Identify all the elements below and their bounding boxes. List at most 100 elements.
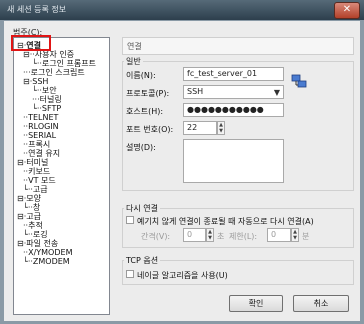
title-bar[interactable]: 새 세션 등록 정보 ✕ — [0, 0, 364, 20]
tree-item-ssh[interactable]: ⊟·SSH — [23, 77, 48, 86]
tree-item-label: SFTP — [41, 104, 62, 113]
tree-item-label: RLOGIN — [28, 122, 59, 131]
tree-item-label: 추적 — [28, 221, 43, 230]
tree-item-label: X/YMODEM — [28, 248, 73, 257]
interval-input[interactable]: 0 — [183, 228, 206, 242]
tree-connector: └·· — [32, 59, 42, 68]
tree-item-trace[interactable]: ··추적 — [23, 221, 43, 230]
protocol-select[interactable]: SSH ▼ — [183, 85, 284, 99]
tree-connector: ⊟·· — [23, 50, 35, 59]
tree-item-terminal-advanced[interactable]: └··고급 — [23, 185, 48, 194]
tree-item-label: 로그인 프롬프트 — [41, 59, 96, 68]
tree-item-zmodem[interactable]: └··ZMODEM — [23, 257, 70, 266]
limit-label: 제한(L): — [229, 232, 258, 241]
description-label: 설명(D): — [126, 143, 156, 152]
tree-item-label: SSH — [32, 77, 49, 86]
selection-highlight-box — [11, 35, 51, 51]
limit-input[interactable]: 0 — [267, 228, 291, 242]
tree-item-login-script[interactable]: ···로그인 스크립트 — [23, 68, 85, 77]
tree-item-appearance[interactable]: ⊟·모양 — [17, 194, 41, 203]
tree-connector: ⊟· — [17, 158, 27, 167]
tree-item-rlogin[interactable]: ··RLOGIN — [23, 122, 59, 131]
tree-item-label: 보안 — [41, 86, 57, 95]
tree-item-label: SERIAL — [28, 131, 57, 140]
limit-spinner[interactable]: ▲ ▼ — [291, 228, 299, 242]
host-label: 호스트(H): — [126, 107, 164, 116]
tree-connector: ··· — [23, 68, 31, 77]
tree-item-advanced[interactable]: ⊟·고급 — [17, 212, 41, 221]
tree-connector: └·· — [23, 185, 33, 194]
nagle-checkbox[interactable] — [126, 270, 134, 278]
tree-item-xymodem[interactable]: ··X/YMODEM — [23, 248, 72, 257]
tree-item-logging[interactable]: └··로깅 — [23, 230, 48, 239]
chevron-down-icon: ▼ — [273, 88, 280, 97]
window-title: 새 세션 등록 정보 — [7, 5, 67, 14]
tree-item-terminal[interactable]: ⊟·터미널 — [17, 158, 48, 167]
interval-label: 간격(V): — [141, 232, 171, 241]
tree-item-label: 터미널 — [26, 158, 49, 167]
tree-connector: └·· — [23, 230, 33, 239]
auto-reconnect-label: 예기치 않게 연결이 종료될 때 자동으로 다시 연결(A) — [137, 217, 314, 226]
close-button[interactable]: ✕ — [334, 2, 360, 19]
category-tree[interactable]: ⊟·연결 ⊟··사용자 인증 └··로그인 프롬프트 ···로그인 스크립트 ⊟… — [13, 37, 110, 315]
host-input[interactable]: ●●●●●●●●●●● — [183, 103, 284, 117]
tree-item-serial[interactable]: ··SERIAL — [23, 131, 56, 140]
reconnect-group — [122, 208, 354, 248]
panel-title: 연결 — [122, 37, 354, 55]
general-group-label: 일반 — [124, 56, 143, 67]
tree-item-label: 파일 전송 — [26, 239, 59, 248]
nagle-label: 네이글 알고리즘을 사용(U) — [137, 271, 228, 280]
tcp-group-label: TCP 옵션 — [124, 255, 161, 266]
tree-connector: └·· — [32, 86, 42, 95]
tree-item-label: 터널링 — [39, 95, 62, 104]
tree-item-label: VT 모드 — [28, 176, 56, 185]
port-label: 포트 번호(O): — [126, 125, 174, 134]
tree-item-sftp[interactable]: └··SFTP — [32, 104, 61, 113]
tree-item-vt-mode[interactable]: ··VT 모드 — [23, 176, 56, 185]
tree-connector: ⊟· — [23, 77, 33, 86]
network-icon — [291, 74, 307, 88]
tree-item-label: TELNET — [28, 113, 59, 122]
reconnect-group-label: 다시 연결 — [124, 203, 160, 214]
auto-reconnect-checkbox[interactable] — [126, 216, 134, 224]
port-input[interactable]: 22 — [183, 121, 217, 135]
tree-item-label: 연결 유지 — [28, 149, 61, 158]
dialog-client-area: 범주(C): ⊟·연결 ⊟··사용자 인증 └··로그인 프롬프트 ···로그인… — [4, 21, 360, 321]
tree-item-file-transfer[interactable]: ⊟·파일 전송 — [17, 239, 58, 248]
interval-spinner[interactable]: ▲ ▼ — [206, 228, 214, 242]
tree-item-tunneling[interactable]: ···터널링 — [32, 95, 62, 104]
tree-connector: └·· — [23, 203, 33, 212]
tree-item-label: 고급 — [32, 185, 48, 194]
tree-item-user-auth[interactable]: ⊟··사용자 인증 — [23, 50, 74, 59]
tree-item-label: 모양 — [26, 194, 41, 203]
tree-item-label: 창 — [32, 203, 41, 212]
protocol-value: SSH — [187, 87, 204, 96]
tree-item-login-prompt[interactable]: └··로그인 프롬프트 — [32, 59, 96, 68]
description-textarea[interactable] — [183, 139, 284, 183]
tree-item-keepalive[interactable]: ··연결 유지 — [23, 149, 60, 158]
tree-item-keyboard[interactable]: ··키보드 — [23, 167, 50, 176]
tree-connector: └·· — [23, 257, 33, 266]
tree-item-label: 고급 — [26, 212, 41, 221]
tree-connector: ⊟· — [17, 239, 27, 248]
tree-item-proxy[interactable]: ··프록시 — [23, 140, 50, 149]
protocol-label: 프로토콜(P): — [126, 89, 170, 98]
tree-connector: ··· — [32, 95, 40, 104]
tree-connector: └·· — [32, 104, 42, 113]
tree-item-label: 로깅 — [32, 230, 48, 239]
tree-item-label: ZMODEM — [32, 257, 70, 266]
minutes-unit: 분 — [302, 232, 310, 241]
dialog-window: 새 세션 등록 정보 ✕ 범주(C): ⊟·연결 ⊟··사용자 인증 └··로그… — [0, 0, 364, 324]
tree-connector: ⊟· — [17, 212, 27, 221]
tree-item-security[interactable]: └··보안 — [32, 86, 57, 95]
cancel-button[interactable]: 취소 — [293, 295, 349, 312]
tree-item-label: 로그인 스크립트 — [30, 68, 85, 77]
tree-connector: ⊟· — [17, 194, 27, 203]
name-input[interactable]: fc_test_server_01 — [183, 67, 284, 81]
ok-button[interactable]: 확인 — [229, 295, 283, 312]
tree-item-telnet[interactable]: ··TELNET — [23, 113, 58, 122]
tree-item-label: 사용자 인증 — [34, 50, 75, 59]
tree-item-label: 프록시 — [28, 140, 51, 149]
port-spinner[interactable]: ▲ ▼ — [217, 121, 225, 135]
tree-item-window[interactable]: └··창 — [23, 203, 40, 212]
